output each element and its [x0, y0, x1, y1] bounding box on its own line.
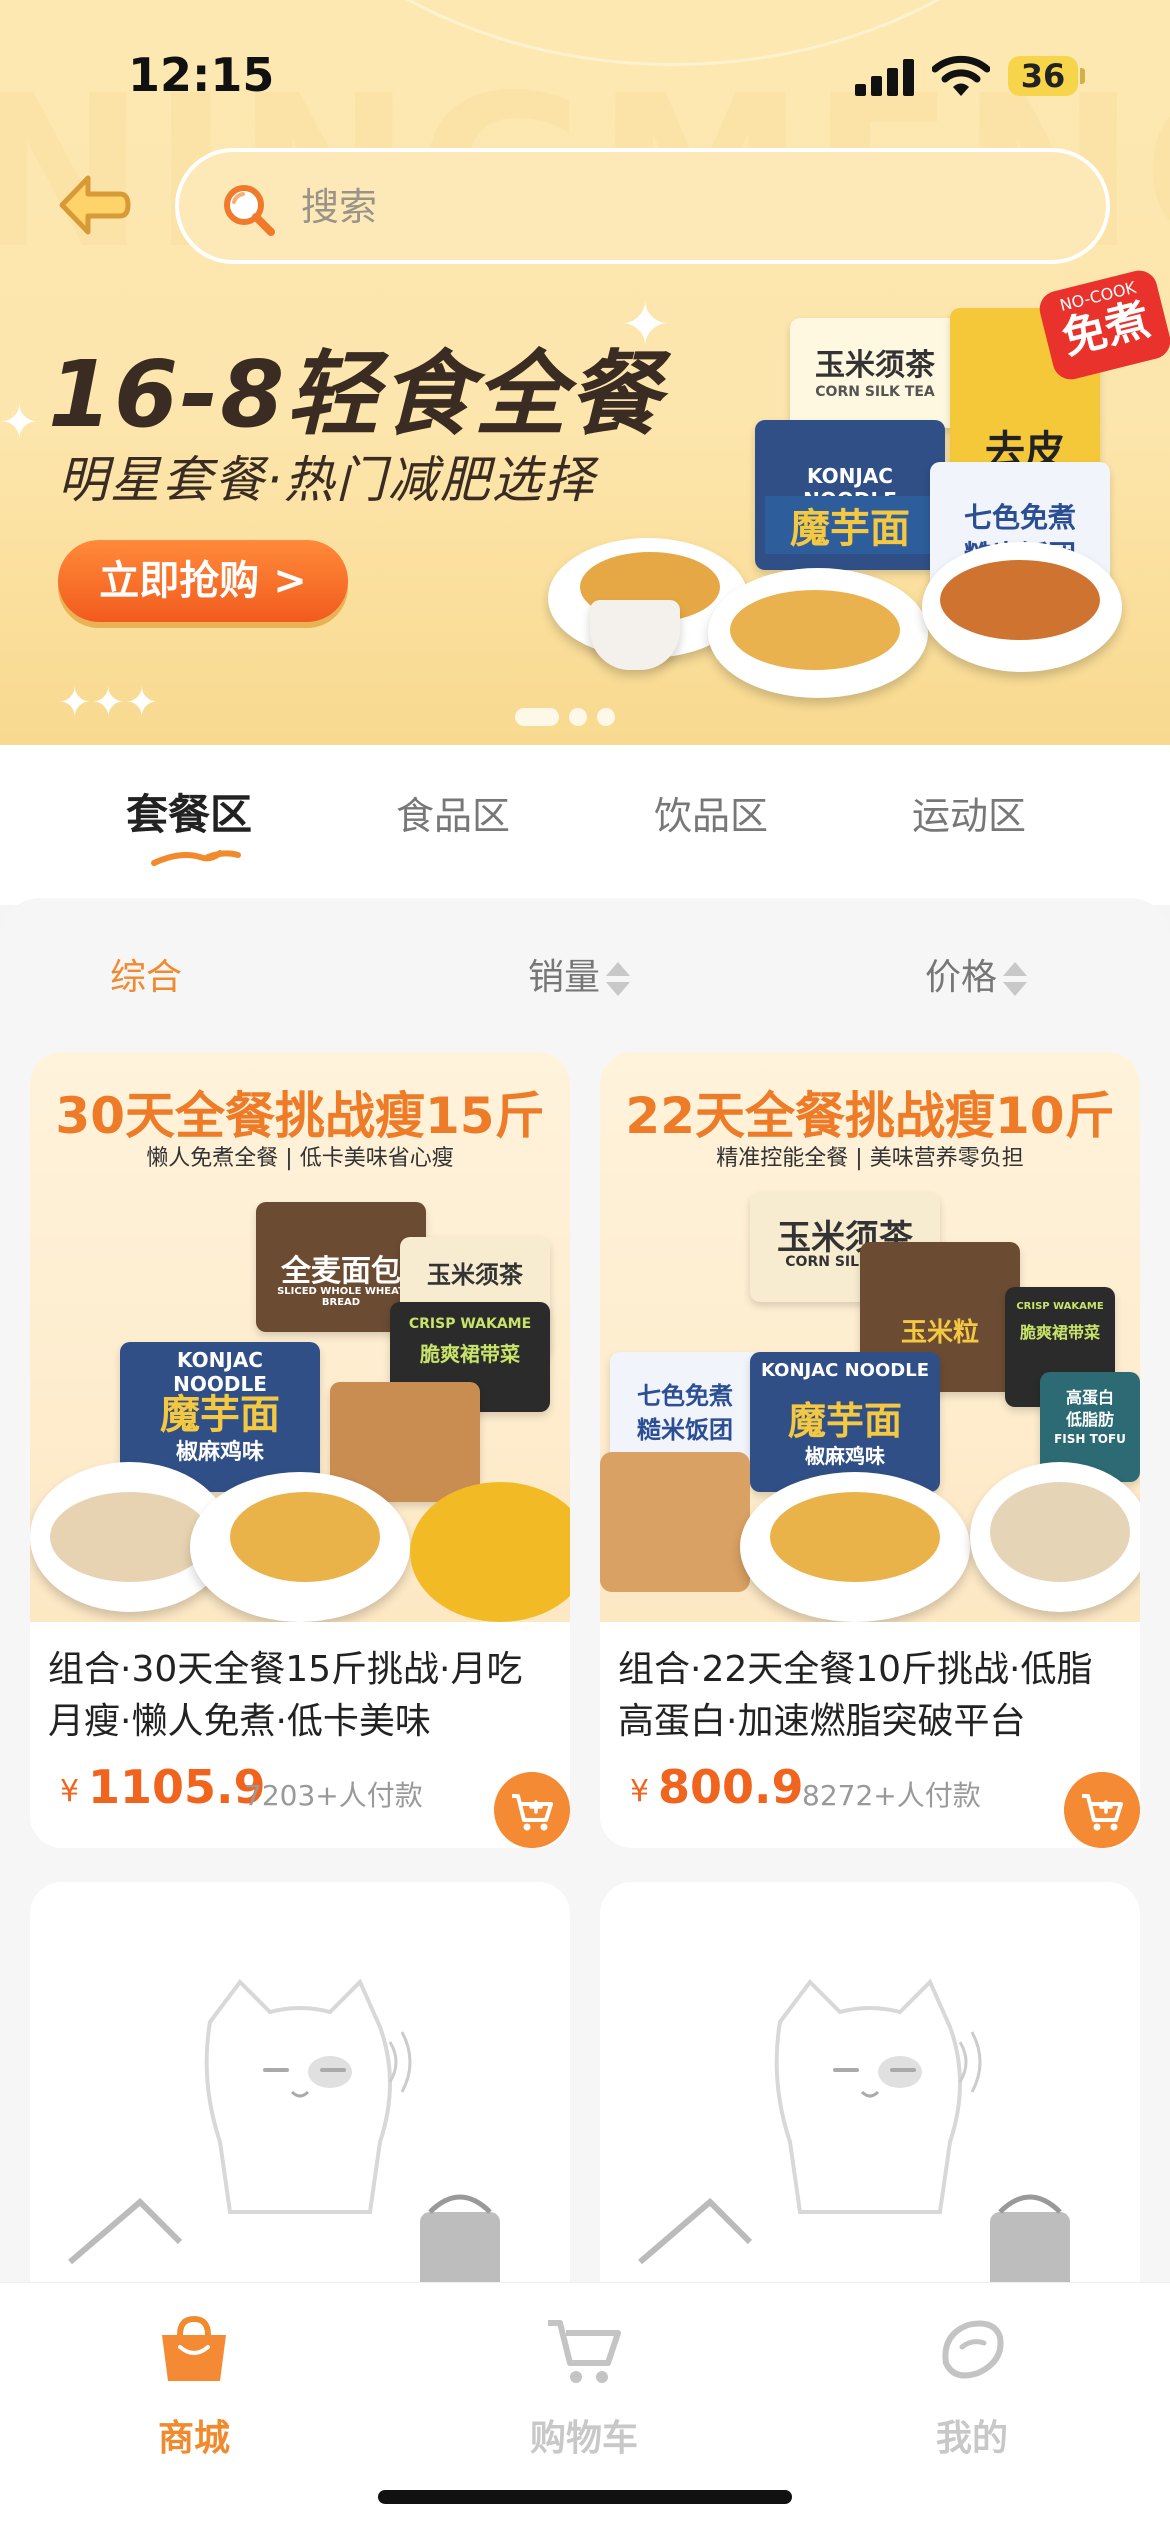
sales-count: 8272+人付款: [802, 1779, 981, 1812]
currency-symbol: ¥: [60, 1774, 80, 1809]
home-indicator: [378, 2490, 792, 2504]
loading-placeholder-card: [30, 1882, 570, 2332]
wifi-icon: [932, 55, 990, 96]
signal-icon: [855, 58, 915, 96]
battery-tip: [1080, 68, 1085, 84]
sort-by-price[interactable]: 价格: [925, 948, 1028, 1000]
promo-banner[interactable]: NINGMENG 12:15 36 16-8轻食全餐 明星套餐·热门减肥选择 立…: [0, 0, 1170, 745]
sort-by-sales[interactable]: 销量: [528, 948, 631, 1000]
cat-placeholder-icon: [68, 1978, 500, 2302]
product-title: 组合·22天全餐10斤挑战·低脂高蛋白·加速燃脂突破平台: [618, 1649, 1093, 1742]
currency-symbol: ¥: [630, 1774, 650, 1809]
tab-active-indicator: [151, 850, 241, 866]
nav-mine[interactable]: 我的: [872, 2313, 1072, 2461]
sort-arrows-icon: [1003, 961, 1028, 997]
product-panel: 综合 销量 价格 30天全餐挑战瘦15斤 懒人免煮全餐 | 低卡美味省心瘦 全麦…: [0, 898, 1170, 2332]
sparkle-icon: ✦: [0, 395, 39, 449]
add-to-cart-icon[interactable]: [494, 1772, 570, 1848]
nav-mall[interactable]: 商城: [94, 2313, 294, 2461]
category-tabs: 套餐区 食品区 饮品区 运动区: [0, 745, 1170, 905]
product-card[interactable]: 22天全餐挑战瘦10斤 精准控能全餐 | 美味营养零负担 玉米须茶 CORN S…: [600, 1052, 1140, 1848]
tab-food-zone[interactable]: 食品区: [396, 785, 510, 840]
lemon-profile-icon: [942, 2320, 1004, 2379]
product-card[interactable]: 30天全餐挑战瘦15斤 懒人免煮全餐 | 低卡美味省心瘦 全麦面包 SLICED…: [30, 1052, 570, 1848]
tab-sport-zone[interactable]: 运动区: [912, 785, 1026, 840]
buy-now-button[interactable]: 立即抢购 >: [58, 540, 348, 622]
sort-arrows-icon: [606, 961, 631, 997]
sparkle-icon: ✦✦✦: [58, 680, 159, 726]
sort-comprehensive[interactable]: 综合: [110, 948, 182, 1000]
cart-icon: [548, 2320, 621, 2383]
product-image: 30天全餐挑战瘦15斤 懒人免煮全餐 | 低卡美味省心瘦 全麦面包 SLICED…: [30, 1052, 570, 1622]
sales-count: 7203+人付款: [244, 1779, 423, 1812]
nav-cart[interactable]: 购物车: [484, 2313, 684, 2461]
status-time: 12:15: [128, 48, 275, 102]
back-arrow-icon[interactable]: [48, 160, 138, 250]
sparkle-icon: ✦: [620, 290, 671, 360]
product-image: 22天全餐挑战瘦10斤 精准控能全餐 | 美味营养零负担 玉米须茶 CORN S…: [600, 1052, 1140, 1622]
banner-title: 16-8轻食全餐: [48, 341, 663, 448]
search-input[interactable]: [299, 174, 1003, 240]
tab-package-zone[interactable]: 套餐区: [126, 781, 252, 842]
shopping-bag-icon: [162, 2315, 226, 2381]
add-to-cart-icon[interactable]: [1064, 1772, 1140, 1848]
banner-subtitle: 明星套餐·热门减肥选择: [58, 451, 596, 509]
product-price: 800.9: [658, 1760, 804, 1814]
product-title: 组合·30天全餐15斤挑战·月吃月瘦·懒人免煮·低卡美味: [48, 1649, 523, 1742]
battery-indicator: 36: [1008, 56, 1078, 96]
sort-bar: 综合 销量 价格: [0, 898, 1170, 1048]
carousel-dots: [515, 708, 625, 730]
search-bar[interactable]: [175, 148, 1110, 264]
tab-drink-zone[interactable]: 饮品区: [654, 785, 768, 840]
product-price: 1105.9: [88, 1760, 266, 1814]
cat-placeholder-icon: [638, 1978, 1070, 2302]
loading-placeholder-card: [600, 1882, 1140, 2332]
search-icon: [224, 185, 275, 236]
